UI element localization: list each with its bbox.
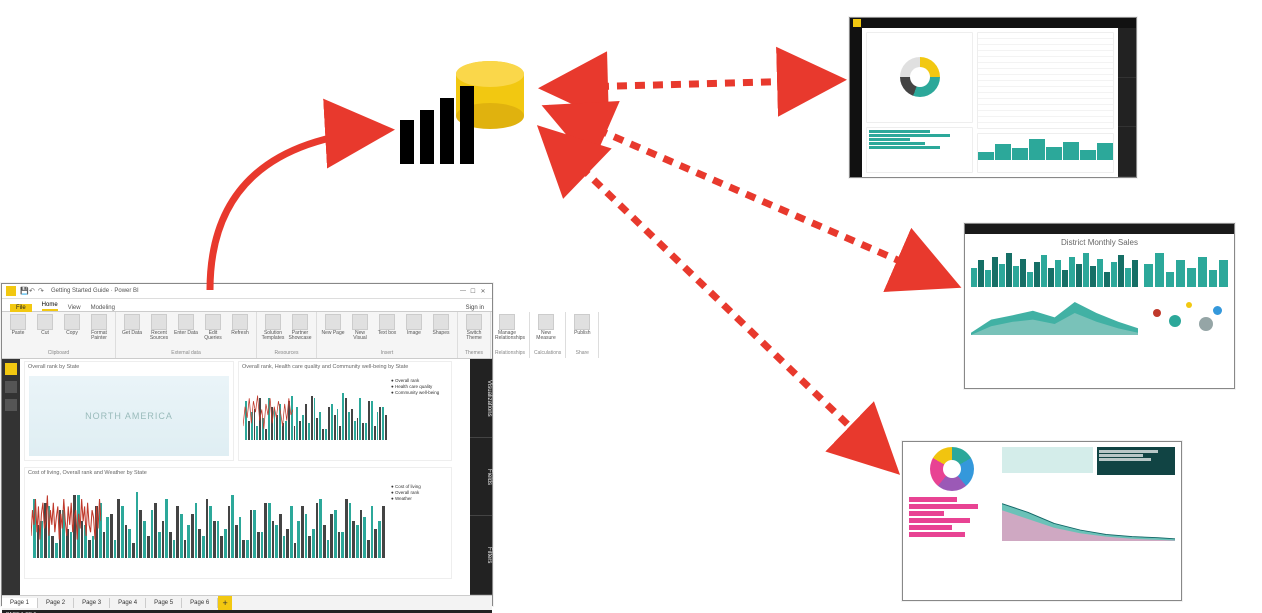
arrow-solid-upload bbox=[210, 130, 388, 290]
arrow-overlay bbox=[0, 0, 1262, 613]
arrow-dashed-r1 bbox=[545, 80, 840, 88]
